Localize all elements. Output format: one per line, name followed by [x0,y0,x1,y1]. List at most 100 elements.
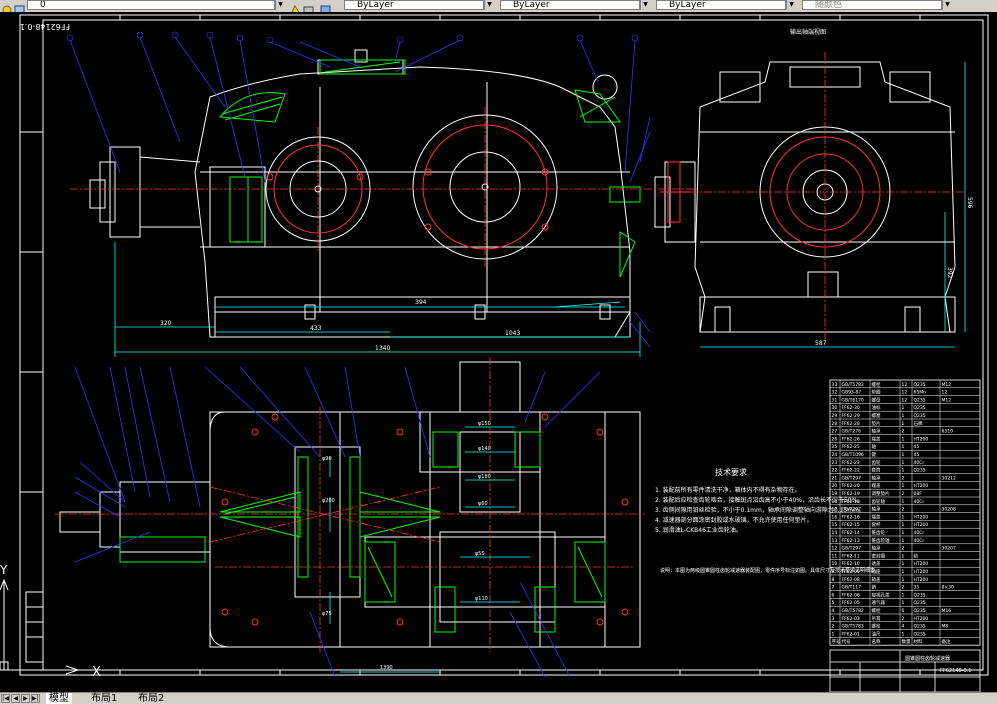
dim-phi60: φ60 [478,501,488,507]
linetype-combo[interactable]: ByLayer [500,0,640,10]
tech-req-title: 技术要求 [715,467,747,477]
parts-list-cell: 端盖 [872,435,881,442]
dim-phi75: φ75 [322,611,332,617]
parts-list-cell: 9 [832,569,835,575]
parts-list-cell: 垫圈 [872,389,881,396]
layer-state-icon[interactable] [2,0,13,15]
dim-phi180: φ180 [478,474,491,480]
parts-list-header-cell: 序号 [832,638,841,645]
parts-list-cell: 螺塞 [872,412,881,419]
layout-tab-bar: |◀ ◀ ▶ ▶| 模型 布局1 布局2 [0,692,997,704]
parts-list-cell: Q235 [914,382,926,388]
parts-list-cell: 11 [832,553,838,559]
tab-layout2[interactable]: 布局2 [135,693,167,704]
parts-list-cell: GB/T297 [842,475,862,481]
parts-list-cell: 端盖 [872,513,881,520]
parts-list-cell: 40Cr [914,499,925,505]
plan-view-leaders [74,366,601,678]
layer-manager-icon[interactable] [320,0,331,15]
tab-prev-button[interactable]: ◀ [11,694,20,703]
make-current-icon[interactable] [290,0,301,15]
layer-combo[interactable]: 0 [27,0,275,10]
parts-list-cell: FF62-28 [842,421,860,427]
drawing-frame [19,14,989,676]
tab-first-button[interactable]: |◀ [1,694,10,703]
parts-list-cell: 螺栓 [872,623,881,630]
dim-phi90: φ90 [322,456,332,462]
parts-list-cell: 16 [832,514,838,520]
parts-list-cell: FF62-01 [842,631,860,637]
color-combo[interactable]: ByLayer [344,0,484,10]
layer-previous-icon[interactable] [303,0,314,15]
side-view-title: 输出轴端视图 [790,28,826,36]
parts-list-cell: 13 [832,538,838,544]
parts-list-cell: 吊耳 [872,616,881,622]
parts-list-cell: 28 [832,421,838,427]
parts-list-cell: Q235 [914,592,926,598]
parts-list-cell: 6 [902,608,905,614]
dim-1043: 1043 [505,330,520,337]
parts-list-cell: 螺栓 [872,607,881,614]
parts-list-cell: 销 [872,584,877,591]
dim-phi150: φ150 [478,421,491,427]
lineweight-combo[interactable]: ByLayer [656,0,786,10]
parts-list-cell: 22 [832,468,838,474]
drawing-canvas[interactable]: FF62148-0.1 394 433 1340 320 1043 596 39… [0,12,997,692]
parts-list-cell: GB/T6170 [842,397,864,403]
ucs-y-label: Y [0,563,8,577]
plotstyle-combo[interactable]: 随颜色 [802,0,942,10]
parts-list-cell: 窥视孔盖 [872,591,890,598]
parts-list-cell: HT200 [914,616,929,622]
layer-freeze-icon[interactable] [14,0,25,15]
parts-list-cell: GB/T117 [842,585,862,591]
parts-list-cell: 螺母 [872,396,881,403]
parts-list-rows: 33 GB/T5783 螺栓 12 Q235 M1232 GB93-87 垫圈 12 65Mn 12… [829,379,981,646]
ucs-icon [0,578,80,675]
parts-list-cell: 4 [832,608,835,614]
layer-combo-arrow[interactable]: ▼ [275,0,285,10]
parts-list-cell: 2 [902,475,905,481]
front-view-gears [265,114,558,260]
plan-view-bolts [221,413,629,626]
lineweight-combo-value: ByLayer [669,0,706,10]
parts-list-cell: 箱盖 [872,576,881,583]
tab-layout1-label: 布局1 [91,693,118,704]
dim-596: 596 [966,197,973,209]
parts-list-cell: 油尺 [872,630,881,637]
parts-list-cell: M16 [942,608,952,614]
parts-list-cell: 1 [832,631,835,637]
tab-last-button[interactable]: ▶| [31,694,40,703]
lineweight-combo-arrow[interactable]: ▼ [786,0,796,10]
parts-list-cell: 1 [902,592,905,598]
color-combo-arrow[interactable]: ▼ [484,0,494,10]
parts-list-cell: 14 [832,530,838,536]
layer-combo-value: 0 [40,0,46,10]
front-view-leaders [69,36,651,348]
parts-list-cell: 套杯 [872,521,881,528]
parts-list-cell: FF62-13 [842,538,860,544]
parts-list-cell: 6310 [942,429,954,435]
parts-list-cell: 18 [832,499,838,505]
parts-list-cell: 齿轮轴 [872,498,886,505]
parts-list-cell: HT200 [914,436,929,442]
tab-layout1[interactable]: 布局1 [88,693,120,704]
title-block-code: FF62148-0.1 [940,668,971,674]
parts-list-cell: 1 [902,600,905,606]
parts-list-cell: 65Mn [914,390,927,396]
parts-list-cell: Q235 [914,413,926,419]
parts-list-cell: Q235 [914,631,926,637]
parts-list-cell: GB/T297 [842,546,862,552]
parts-list-cell: 1 [902,514,905,520]
parts-list-cell: 轴承 [872,428,881,435]
parts-list-cell: FF62-14 [842,530,860,536]
parts-list-cell: 轴承 [872,545,881,552]
tab-next-button[interactable]: ▶ [21,694,30,703]
linetype-combo-arrow[interactable]: ▼ [640,0,650,10]
parts-list-cell: 4 [902,624,905,630]
tab-model[interactable]: 模型 [46,693,72,704]
dim-1340: 1340 [375,345,390,352]
parts-list-cell: 1 [902,405,905,411]
parts-list-cell: FF62-23 [842,460,860,466]
parts-list-cell: 15 [832,522,838,528]
plan-view-dim-text: φ150 φ140 φ180 φ60 φ55 φ110 φ90 φ200 φ75… [322,421,491,671]
